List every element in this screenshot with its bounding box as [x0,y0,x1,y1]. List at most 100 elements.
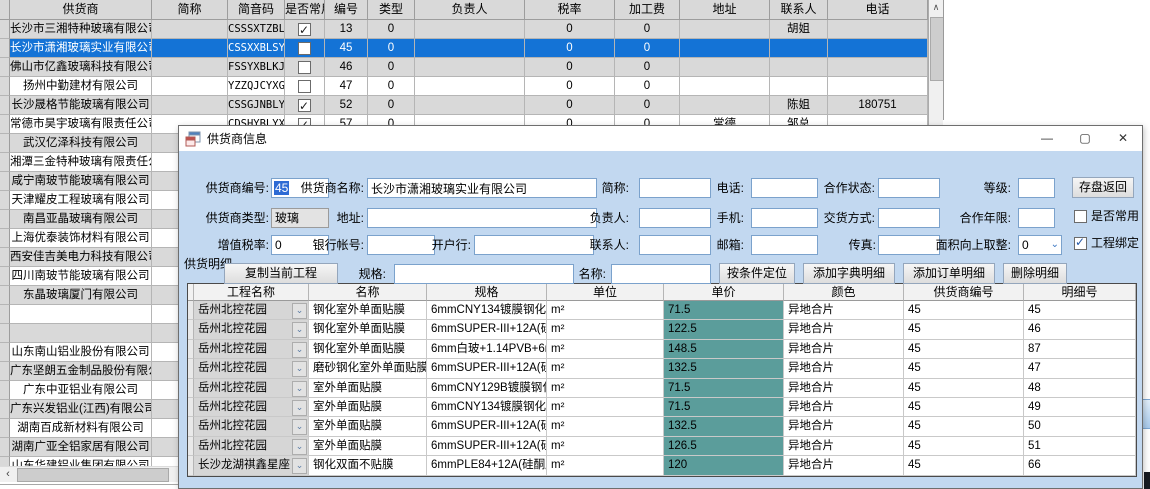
cell-name[interactable] [10,305,152,324]
name-cell[interactable]: 钢化室外单面贴膜 [309,301,427,320]
spec-cell[interactable]: 6mmSUPER-III+12A(硅... [427,359,547,378]
row-header[interactable] [0,400,10,419]
color-cell[interactable]: 异地合片 [784,359,904,378]
detail-grid-row[interactable]: 岳州北控花园⌄室外单面贴膜6mmSUPER-III+12A(硅...m²132.… [188,417,1136,436]
cell-common[interactable] [285,39,325,58]
column-header-contact[interactable]: 联系人 [770,0,828,20]
detail-no-cell[interactable]: 49 [1024,398,1136,417]
row-header[interactable] [0,248,10,267]
cell-name[interactable]: 佛山市亿鑫玻璃科技有限公司 [10,58,152,77]
cell-type[interactable]: 0 [368,96,415,115]
cell-id[interactable]: 47 [325,77,368,96]
name-cell[interactable]: 磨砂钢化室外单面贴膜 [309,359,427,378]
row-header[interactable] [0,58,10,77]
cell-contact[interactable] [770,39,828,58]
row-header[interactable] [0,39,10,58]
chevron-down-icon[interactable]: ⌄ [292,381,307,397]
cell-fee[interactable]: 0 [615,39,680,58]
cell-abbr[interactable] [152,39,228,58]
chevron-down-icon[interactable]: ⌄ [292,303,307,319]
horizontal-scroll-thumb[interactable] [17,468,169,482]
cell-fee[interactable]: 0 [615,58,680,77]
cell-name[interactable]: 上海优泰装饰材料有限公司 [10,229,152,248]
cell-phone[interactable]: 180751 [828,96,928,115]
cell-name[interactable]: 咸宁南玻节能玻璃有限公司 [10,172,152,191]
cell-abbr[interactable] [152,58,228,77]
row-header[interactable] [0,457,10,466]
spec-cell[interactable]: 6mmCNY129B镀膜钢化 [427,379,547,398]
grid-column-header-6[interactable]: 供货商编号 [904,284,1024,301]
add-order-detail-button[interactable]: 添加订单明细 [903,263,995,284]
cell-name[interactable]: 长沙市潇湘玻璃实业有限公司 [10,39,152,58]
cell-name[interactable]: 广东坚朗五金制品股份有限公司 [10,362,152,381]
cell-name[interactable]: 天津耀皮工程玻璃有限公司 [10,191,152,210]
unit-cell[interactable]: m² [547,320,664,339]
cell-type[interactable]: 0 [368,77,415,96]
column-header-fee[interactable]: 加工费 [615,0,680,20]
detail-grid-row[interactable]: 岳州北控花园⌄钢化室外单面贴膜6mmSUPER-III+12A(硅...m²12… [188,320,1136,339]
color-cell[interactable]: 异地合片 [784,379,904,398]
locate-by-condition-button[interactable]: 按条件定位 [719,263,795,284]
unit-price-cell[interactable]: 122.5 [664,320,784,339]
row-header[interactable] [0,96,10,115]
cell-name[interactable]: 湘潭三金特种玻璃有限责任公司 [10,153,152,172]
chevron-down-icon[interactable]: ⌄ [292,419,307,435]
minimize-button[interactable]: — [1028,126,1066,151]
spec-filter-input[interactable] [394,264,574,284]
cell-code[interactable]: CSSSXTZBL.. [228,20,285,39]
name-cell[interactable]: 室外单面贴膜 [309,379,427,398]
supplier-no-cell[interactable]: 45 [904,301,1024,320]
detail-no-cell[interactable]: 66 [1024,456,1136,475]
column-header-phone[interactable]: 电话 [828,0,928,20]
delivery-method-input[interactable] [878,208,940,228]
supplier-row[interactable]: 长沙晟格节能玻璃有限公司CSSGJNBLYXGS52000陈姐180751 [0,96,943,115]
is-common-checkbox-group[interactable]: 是否常用 [1074,209,1139,225]
supplier-no-cell[interactable]: 45 [904,417,1024,436]
spec-cell[interactable]: 6mmSUPER-III+12A(硅... [427,417,547,436]
color-cell[interactable]: 异地合片 [784,398,904,417]
cell-tax[interactable]: 0 [525,39,615,58]
cell-code[interactable]: YZZQJCYXGS [228,77,285,96]
detail-grid-row[interactable]: 长沙龙湖祺鑫星座⌄钢化双面不贴膜6mmPLE84+12A(硅酮胶...m²120… [188,456,1136,475]
chevron-down-icon[interactable]: ⌄ [292,322,307,338]
column-header-code[interactable]: 简音码 [228,0,285,20]
unit-price-cell[interactable]: 71.5 [664,379,784,398]
color-cell[interactable]: 异地合片 [784,340,904,359]
row-header[interactable] [0,362,10,381]
cell-name[interactable]: 湖南广亚全铝家居有限公司 [10,438,152,457]
cell-name[interactable]: 山东南山铝业股份有限公司 [10,343,152,362]
detail-grid-row[interactable]: 岳州北控花园⌄室外单面贴膜6mmCNY134镀膜钢化m²71.5异地合片4549 [188,398,1136,417]
spec-cell[interactable]: 6mmCNY134镀膜钢化 [427,301,547,320]
detail-no-cell[interactable]: 46 [1024,320,1136,339]
cell-fee[interactable]: 0 [615,96,680,115]
cell-phone[interactable] [828,58,928,77]
unit-cell[interactable]: m² [547,456,664,475]
detail-no-cell[interactable]: 51 [1024,437,1136,456]
unit-price-cell[interactable]: 71.5 [664,398,784,417]
project-name-cell[interactable]: 长沙龙湖祺鑫星座⌄ [194,456,309,475]
unit-price-cell[interactable]: 126.5 [664,437,784,456]
cell-name[interactable]: 东晶玻璃厦门有限公司 [10,286,152,305]
name-cell[interactable]: 室外单面贴膜 [309,437,427,456]
detail-no-cell[interactable]: 47 [1024,359,1136,378]
cell-id[interactable]: 13 [325,20,368,39]
column-header-addr[interactable]: 地址 [680,0,770,20]
grid-column-header-4[interactable]: 单价 [664,284,784,301]
column-header-common[interactable]: 是否常用 [285,0,325,20]
detail-no-cell[interactable]: 48 [1024,379,1136,398]
supplier-no-cell[interactable]: 45 [904,456,1024,475]
detail-grid-row[interactable]: 岳州北控花园⌄磨砂钢化室外单面贴膜6mmSUPER-III+12A(硅...m²… [188,359,1136,378]
unit-cell[interactable]: m² [547,340,664,359]
spec-cell[interactable]: 6mm白玻+1.14PVB+6mm... [427,340,547,359]
detail-grid-row[interactable]: 岳州北控花园⌄钢化室外单面贴膜6mm白玻+1.14PVB+6mm...m²148… [188,340,1136,359]
row-header[interactable] [0,229,10,248]
cell-common[interactable] [285,20,325,39]
detail-no-cell[interactable]: 45 [1024,301,1136,320]
column-header-abbr[interactable]: 简称 [152,0,228,20]
coop-status-input[interactable] [878,178,940,198]
common-use-checkbox[interactable] [298,23,311,36]
unit-cell[interactable]: m² [547,417,664,436]
grid-column-header-2[interactable]: 规格 [427,284,547,301]
unit-price-cell[interactable]: 120 [664,456,784,475]
name-cell[interactable]: 钢化室外单面贴膜 [309,340,427,359]
